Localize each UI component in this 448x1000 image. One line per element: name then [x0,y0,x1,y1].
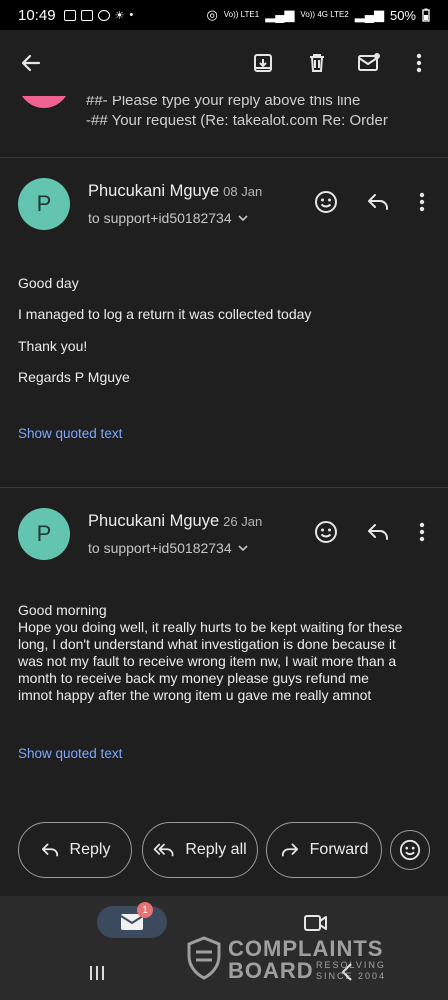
message-body-line: imnot happy after the wrong item u gave … [18,687,372,703]
hotspot-icon: ◎ [206,7,218,22]
app-b-icon [97,9,110,21]
delete-button[interactable] [302,48,332,78]
reply-icon [368,524,388,540]
emoji-add-icon [399,839,421,861]
message-more-button[interactable] [408,188,436,216]
message-body-line: Hope you doing well, it really hurts to … [18,619,403,635]
complaints-board-watermark: COMPLAINTS BOARD RESOLVING SINCE 2004 [186,936,406,984]
show-quoted-text-link[interactable]: Show quoted text [18,426,122,441]
more-options-button[interactable] [404,48,434,78]
recipient-toggle[interactable]: to support+id50182734 [88,210,248,226]
message-date: 08 Jan [223,184,263,199]
watermark-line4: SINCE 2004 [316,971,387,981]
reply-button[interactable] [364,188,392,216]
reply-actions-bar: Reply Reply all Forward [0,808,448,896]
previous-message-collapsed[interactable]: ##- Please type your reply above this li… [0,96,448,158]
app-bar [0,30,448,96]
message-body-line: Good morning [18,602,107,618]
message-card: P Phucukani Mguye 08 Jan to support+id501… [0,158,448,488]
emoji-react-button[interactable] [390,830,430,870]
watermark-line3: RESOLVING [316,960,386,970]
more-vert-icon [419,522,425,542]
mail-tab[interactable]: 1 [97,902,167,938]
message-body-line: Regards P Mguye [18,369,130,385]
mail-icon [358,53,380,71]
message-body-line: month to receive back my money please gu… [18,670,369,686]
previous-message-line1: ##- Please type your reply above this li… [86,96,361,109]
avatar [18,96,70,108]
previous-message-line2: -## Your request (Re: takealot.com Re: O… [86,112,388,129]
signal-2-label: Vo)) 4G LTE2 [300,10,349,19]
recipient-label: to support+id50182734 [88,210,232,226]
message-body-line: Good day [18,275,79,291]
reply-icon [41,843,58,857]
video-icon [304,915,327,931]
status-notification-icons: ☀ • [63,9,134,22]
signal-1-label: Vo)) LTE1 [223,10,260,19]
recent-apps-button[interactable] [88,962,106,988]
recipient-label: to support+id50182734 [88,540,232,556]
recipient-toggle[interactable]: to support+id50182734 [88,540,248,556]
forward-icon [281,843,298,857]
battery-level: 50% [389,7,416,23]
message-body-line: was not my fault to receive wrong item n… [18,653,397,669]
unread-badge: 1 [137,902,153,918]
avatar[interactable]: P [18,178,70,230]
sender-header[interactable]: Phucukani Mguye 08 Jan [88,182,262,201]
status-bar: 10:49 ☀ • ◎ Vo)) LTE1 ▂▄▆ Vo)) 4G LTE2 ▂… [0,0,448,30]
add-reaction-button[interactable] [312,518,340,546]
recents-icon [90,966,104,980]
more-vert-icon [419,192,425,212]
reply-pill-button[interactable]: Reply [18,822,132,878]
archive-button[interactable] [248,48,278,78]
gallery-icon [63,9,76,21]
message-body-line: I managed to log a return it was collect… [18,306,312,322]
status-right: ◎ Vo)) LTE1 ▂▄▆ Vo)) 4G LTE2 ▂▄▆ 50% [206,7,430,23]
reply-all-label: Reply all [185,841,247,858]
message-date: 26 Jan [223,514,263,529]
watermark-line2: BOARD [228,958,314,983]
shield-logo-icon [187,936,221,980]
more-vert-icon [416,53,422,73]
signal-bars-2-icon: ▂▄▆ [354,7,384,22]
sender-name: Phucukani Mguye [88,512,220,530]
sun-icon: ☀ [114,9,125,22]
arrow-left-icon [21,54,41,72]
avatar[interactable]: P [18,508,70,560]
sender-header[interactable]: Phucukani Mguye 26 Jan [88,512,262,531]
app-notification-icon [80,9,93,21]
trash-icon [310,54,324,72]
reply-icon [368,194,388,210]
forward-button[interactable]: Forward [266,822,382,878]
chevron-down-icon [238,545,248,552]
message-card: P Phucukani Mguye 26 Jan to support+id501… [0,488,448,808]
signal-bars-1-icon: ▂▄▆ [265,7,295,22]
show-quoted-text-link[interactable]: Show quoted text [18,746,122,761]
message-body-line: Thank you! [18,338,88,354]
archive-icon [254,54,272,72]
battery-icon [422,8,430,22]
add-reaction-button[interactable] [312,188,340,216]
reply-all-button[interactable]: Reply all [142,822,258,878]
sender-name: Phucukani Mguye [88,182,220,200]
reply-label: Reply [69,841,111,858]
back-button[interactable] [16,48,46,78]
message-body-line: long, I don't understand what investigat… [18,636,396,652]
emoji-icon [315,191,337,213]
meet-tab[interactable] [303,912,329,934]
reply-all-icon [154,843,174,857]
forward-label: Forward [309,841,369,858]
message-more-button[interactable] [408,518,436,546]
dot-icon: • [129,9,134,21]
emoji-icon [315,521,337,543]
reply-button[interactable] [364,518,392,546]
status-time: 10:49 [18,6,56,24]
mark-unread-button[interactable] [354,48,384,78]
chevron-down-icon [238,215,248,222]
